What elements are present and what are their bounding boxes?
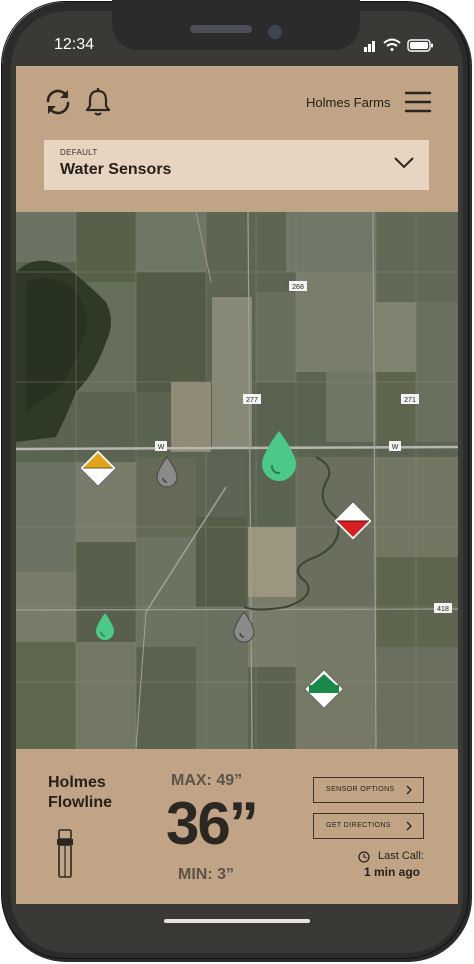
- last-call-value: 1 min ago: [364, 865, 421, 879]
- water-gauge-icon: [57, 829, 73, 878]
- get-directions-label: GET DIRECTIONS: [326, 822, 391, 829]
- farm-name[interactable]: Holmes Farms: [306, 95, 391, 110]
- get-directions-button[interactable]: GET DIRECTIONS: [313, 813, 424, 839]
- road-label-277-text: 277: [246, 397, 258, 404]
- road-label-w2-text: W: [392, 444, 399, 451]
- dropdown-value: Water Sensors: [60, 161, 172, 178]
- app-screen: Holmes Farms DEFAULT Water Sensors 268 2…: [16, 66, 458, 904]
- clock-icon: [358, 851, 370, 863]
- wifi-icon: [383, 38, 401, 51]
- sensor-marker-offline[interactable]: [155, 456, 179, 488]
- road-label-w1-text: W: [158, 444, 165, 451]
- satellite-map[interactable]: 268 277 271 W W 418: [16, 212, 458, 749]
- road-label-271-text: 271: [404, 397, 416, 404]
- road-label-418-text: 418: [437, 606, 449, 613]
- status-time: 12:34: [54, 36, 95, 53]
- sensor-marker-ok-2[interactable]: [303, 668, 345, 710]
- signal-icon: [364, 41, 375, 52]
- sensor-options-label: SENSOR OPTIONS: [326, 786, 395, 793]
- road-label-277: 277: [243, 394, 261, 404]
- app-header: Holmes Farms DEFAULT Water Sensors: [16, 66, 458, 211]
- dropdown-label: DEFAULT: [60, 148, 98, 157]
- chevron-right-icon: [406, 785, 412, 795]
- road-label-w1: W: [155, 441, 167, 451]
- sensor-detail-panel: Holmes Flowline MAX: 49” 36” MIN: 3” SEN…: [16, 749, 458, 904]
- road-label-418: 418: [434, 603, 452, 613]
- road-label-w2: W: [389, 441, 401, 451]
- sensor-name: Holmes Flowline: [48, 774, 112, 811]
- max-reading: MAX: 49”: [171, 772, 243, 789]
- current-reading: 36”: [166, 790, 259, 857]
- sensor-group-dropdown[interactable]: DEFAULT Water Sensors: [44, 140, 429, 190]
- sensor-options-button[interactable]: SENSOR OPTIONS: [313, 777, 424, 803]
- front-camera: [268, 25, 282, 39]
- home-indicator[interactable]: [164, 919, 310, 923]
- chevron-down-icon: [394, 157, 414, 169]
- road-label-268-text: 268: [292, 284, 304, 291]
- refresh-icon[interactable]: [42, 86, 74, 118]
- sensor-marker-warning[interactable]: [78, 448, 118, 488]
- battery-icon: [407, 39, 433, 52]
- status-icons: [364, 38, 433, 52]
- sensor-marker-ok[interactable]: [94, 612, 116, 642]
- bell-icon[interactable]: [82, 86, 114, 118]
- road-label-271: 271: [401, 394, 419, 404]
- speaker-grille: [190, 25, 252, 33]
- min-reading: MIN: 3”: [178, 866, 234, 883]
- hamburger-menu-icon[interactable]: [402, 87, 434, 119]
- sensor-marker-alert[interactable]: [332, 500, 374, 542]
- road-label-268: 268: [289, 281, 307, 291]
- chevron-right-icon: [406, 821, 412, 831]
- last-call-label: Last Call:: [378, 850, 424, 862]
- sensor-marker-selected[interactable]: [259, 430, 299, 482]
- sensor-marker-offline-2[interactable]: [232, 611, 256, 643]
